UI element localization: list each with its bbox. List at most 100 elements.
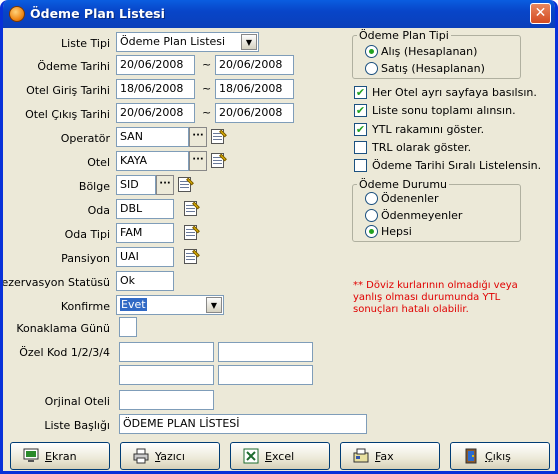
radio-odenmeyenler[interactable]	[365, 209, 378, 222]
ozel-kod-3-input[interactable]	[119, 365, 214, 385]
checkbox-trl-label[interactable]: TRL olarak göster.	[372, 141, 471, 154]
ekran-button[interactable]: Ekran	[10, 442, 110, 470]
radio-satis[interactable]	[365, 62, 378, 75]
ozel-kod-4-input[interactable]	[218, 365, 313, 385]
otel-giris-to-input[interactable]: 18/06/2008	[215, 79, 294, 99]
odeme-tarihi-to-input[interactable]: 20/06/2008	[215, 55, 294, 75]
operator-input[interactable]: SAN	[116, 127, 189, 147]
exit-door-icon	[465, 448, 477, 464]
ozel-kod-2-input[interactable]	[218, 342, 313, 362]
odeme-durumu-legend: Ödeme Durumu	[359, 178, 448, 191]
otel-notepad-icon[interactable]	[210, 152, 228, 170]
bolge-input[interactable]: SID	[116, 175, 156, 195]
orijinal-oteli-label: Orjinal Oteli	[44, 395, 110, 408]
ekran-hotkey: E	[45, 450, 52, 463]
ekran-button-label: kran	[51, 450, 77, 463]
checkbox-ytl-label[interactable]: YTL rakamını göster.	[372, 123, 484, 136]
window-title: Ödeme Plan Listesi	[30, 6, 165, 21]
otel-cikis-separator: ~	[202, 106, 212, 119]
odeme-tarihi-from-input[interactable]: 20/06/2008	[116, 55, 195, 75]
checkbox-liste-sonu-label[interactable]: Liste sonu toplamı alınsın.	[372, 104, 516, 117]
otel-cikis-to-input[interactable]: 20/06/2008	[215, 103, 294, 123]
radio-satis-label[interactable]: Satış (Hesaplanan)	[381, 62, 485, 75]
pansiyon-input[interactable]: UAI	[116, 247, 174, 267]
excel-hotkey: E	[265, 450, 272, 463]
rezervasyon-statusu-label: Rezervasyon Statüsü	[0, 276, 110, 289]
odeme-plan-tipi-legend: Ödeme Plan Tipi	[359, 29, 449, 42]
operator-notepad-icon[interactable]	[210, 128, 228, 146]
odeme-tarihi-separator: ~	[202, 58, 212, 71]
bolge-notepad-icon[interactable]	[177, 176, 195, 194]
printer-icon	[133, 448, 149, 464]
otel-cikis-label: Otel Çıkış Tarihi	[25, 108, 110, 121]
excel-icon	[243, 448, 259, 464]
otel-input[interactable]: KAYA	[116, 151, 189, 171]
chevron-down-icon[interactable]: ▼	[206, 297, 222, 313]
liste-tipi-value: Ödeme Plan Listesi	[120, 35, 226, 48]
ozel-kod-label: Özel Kod 1/2/3/4	[19, 346, 110, 359]
bolge-browse-button[interactable]: ···	[156, 175, 174, 195]
otel-giris-separator: ~	[202, 82, 212, 95]
konfirme-value: Evet	[120, 298, 147, 311]
liste-tipi-label: Liste Tipi	[61, 37, 110, 50]
checkbox-liste-sonu[interactable]: ✔	[354, 104, 367, 117]
radio-odenmeyenler-label[interactable]: Ödenmeyenler	[381, 209, 462, 222]
app-icon	[9, 6, 25, 22]
oda-tipi-input[interactable]: FAM	[116, 223, 174, 243]
otel-label: Otel	[87, 156, 110, 169]
monitor-icon	[23, 448, 39, 462]
oda-tipi-label: Oda Tipi	[64, 228, 110, 241]
konaklama-gunu-input[interactable]	[119, 317, 137, 337]
otel-cikis-from-input[interactable]: 20/06/2008	[116, 103, 195, 123]
konfirme-select[interactable]: Evet ▼	[116, 295, 224, 315]
oda-label: Oda	[87, 204, 110, 217]
liste-basligi-label: Liste Başlığı	[44, 419, 110, 432]
konfirme-label: Konfirme	[60, 300, 110, 313]
otel-giris-from-input[interactable]: 18/06/2008	[116, 79, 195, 99]
checkbox-odeme-tarihi-sirali-label[interactable]: Ödeme Tarihi Sıralı Listelensin.	[372, 159, 541, 172]
excel-button[interactable]: Excel	[230, 442, 330, 470]
odeme-tarihi-label: Ödeme Tarihi	[37, 60, 110, 73]
rezervasyon-statusu-input[interactable]: Ok	[116, 271, 174, 291]
bolge-label: Bölge	[78, 180, 110, 193]
ozel-kod-1-input[interactable]	[119, 342, 214, 362]
oda-tipi-notepad-icon[interactable]	[183, 224, 201, 242]
cikis-button[interactable]: Çıkış	[450, 442, 550, 470]
radio-odenenler[interactable]	[365, 192, 378, 205]
yazici-button[interactable]: Yazıcı	[120, 442, 220, 470]
chevron-down-icon[interactable]: ▼	[241, 34, 257, 50]
operator-browse-button[interactable]: ···	[189, 127, 207, 147]
checkbox-ytl[interactable]: ✔	[354, 123, 367, 136]
fax-button-label: ax	[380, 450, 394, 463]
otel-giris-label: Otel Giriş Tarihi	[26, 84, 110, 97]
otel-browse-button[interactable]: ···	[189, 151, 207, 171]
pansiyon-notepad-icon[interactable]	[183, 248, 201, 266]
report-window: Ödeme Plan Listesi ✕ Liste Tipi Ödeme Pl…	[0, 0, 558, 474]
liste-tipi-select[interactable]: Ödeme Plan Listesi ▼	[116, 32, 259, 52]
oda-notepad-icon[interactable]	[183, 200, 201, 218]
checkbox-her-otel-label[interactable]: Her Otel ayrı sayfaya basılsın.	[372, 86, 537, 99]
fax-button[interactable]: Fax	[340, 442, 440, 470]
liste-basligi-input[interactable]: ÖDEME PLAN LİSTESİ	[119, 414, 367, 434]
checkbox-her-otel[interactable]: ✔	[354, 86, 367, 99]
radio-alis-label[interactable]: Alış (Hesaplanan)	[381, 45, 477, 58]
radio-odenenler-label[interactable]: Ödenenler	[381, 192, 438, 205]
oda-input[interactable]: DBL	[116, 199, 174, 219]
currency-warning-note: ** Döviz kurlarının olmadığı veya yanlış…	[353, 280, 518, 315]
operator-label: Operatör	[60, 132, 110, 145]
close-button[interactable]: ✕	[530, 3, 551, 24]
cikis-button-label: ıkış	[492, 450, 511, 463]
radio-hepsi-label[interactable]: Hepsi	[381, 225, 412, 238]
konaklama-gunu-label: Konaklama Günü	[16, 322, 110, 335]
cikis-hotkey: Ç	[485, 450, 493, 463]
checkbox-odeme-tarihi-sirali[interactable]	[354, 159, 367, 172]
checkbox-trl[interactable]	[354, 141, 367, 154]
radio-hepsi[interactable]	[365, 225, 378, 238]
radio-alis[interactable]	[365, 45, 378, 58]
orijinal-oteli-input[interactable]	[119, 390, 214, 410]
pansiyon-label: Pansiyon	[61, 252, 110, 265]
excel-button-label: xcel	[271, 450, 295, 463]
yazici-button-label: azıcı	[160, 450, 185, 463]
fax-icon	[353, 448, 369, 463]
title-bar[interactable]: Ödeme Plan Listesi ✕	[3, 0, 555, 28]
